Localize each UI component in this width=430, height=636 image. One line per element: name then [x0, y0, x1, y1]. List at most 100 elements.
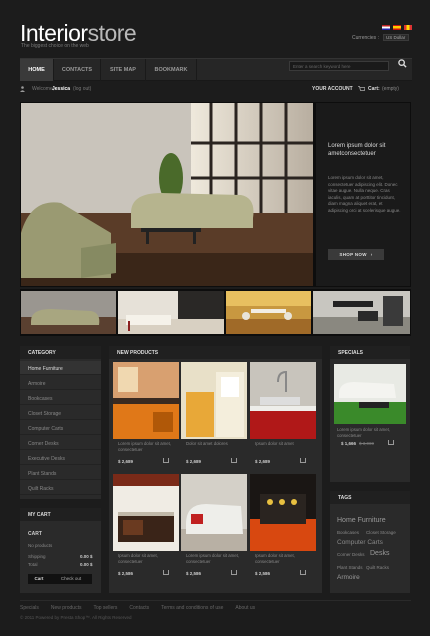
add-to-cart-icon[interactable]	[163, 458, 169, 463]
product-card[interactable]: Ipsum dolor sit amet $ 2,689	[250, 362, 316, 467]
category-item-corner-desks[interactable]: Corner Desks	[20, 436, 101, 450]
product-kitchen-dark-image	[113, 474, 179, 551]
thumbnail-2[interactable]	[118, 291, 224, 334]
user-name: Jessica	[52, 86, 71, 92]
mycart-no-products: No products	[28, 543, 53, 548]
category-item-executive-desks[interactable]: Executive Desks	[20, 451, 101, 465]
category-item-computer-carts[interactable]: Computer Carts	[20, 421, 101, 435]
specials-price: $ 1,666	[341, 441, 357, 446]
tag-computer-carts[interactable]: Computer Carts	[337, 539, 383, 546]
add-to-cart-icon[interactable]	[163, 570, 169, 575]
add-to-cart-icon[interactable]	[231, 458, 237, 463]
your-account-link[interactable]: YOUR ACCOUNT	[312, 86, 353, 92]
mycart-checkout-button[interactable]: Check out	[50, 574, 92, 584]
product-price: $ 2,689	[118, 459, 134, 464]
footer-link-contacts[interactable]: Contacts	[129, 605, 149, 611]
thumbnail-1[interactable]	[21, 291, 116, 334]
product-image[interactable]	[250, 362, 316, 439]
product-desc: Ipsum dolor sit amet, consectetuer	[255, 553, 295, 564]
product-card[interactable]: Lorem ipsum dolor sit amet, consectetuer…	[181, 474, 247, 579]
flag-fr-icon[interactable]	[404, 25, 412, 30]
product-card[interactable]: Ipsum dolor sit amet, consectetuer $ 2,5…	[250, 474, 316, 579]
nav-site-map[interactable]: SITE MAP	[101, 59, 145, 81]
mycart-cart-button[interactable]: Cart	[28, 574, 50, 584]
new-products-title: NEW PRODUCTS	[109, 346, 322, 359]
product-price: $ 2,586	[118, 571, 134, 576]
mycart-shipping-value: 0.00 $	[80, 554, 93, 559]
product-card[interactable]: Lorem ipsum dolor sit amet, consectetuer…	[113, 362, 179, 467]
search-button[interactable]	[395, 57, 409, 69]
arrow-right-icon: ›	[370, 252, 373, 257]
cart-value: (empty)	[382, 86, 399, 92]
category-item-home-furniture[interactable]: Home Furniture	[20, 361, 101, 375]
footer-link-about-us[interactable]: About us	[235, 605, 255, 611]
product-image[interactable]	[181, 362, 247, 439]
category-item-quilt-racks[interactable]: Quilt Racks	[20, 481, 101, 495]
tag-corner-desks[interactable]: Corner Desks	[337, 552, 365, 557]
product-image[interactable]	[113, 362, 179, 439]
shop-now-button[interactable]: SHOP NOW ›	[328, 249, 384, 260]
product-card[interactable]: Ipsum dolor sit amet, consectetuer $ 2,5…	[113, 474, 179, 579]
thumbnail-office-image	[313, 291, 410, 334]
footer-link-new-products[interactable]: New products	[51, 605, 82, 611]
nav-contacts[interactable]: CONTACTS	[54, 59, 100, 81]
flag-es-icon[interactable]	[393, 25, 401, 30]
tag-plant-stands[interactable]: Plant Stands	[337, 565, 363, 570]
tag-home-furniture[interactable]: Home Furniture	[337, 517, 386, 524]
logout-link[interactable]: (log out)	[73, 86, 91, 92]
tag-armoire[interactable]: Armoire	[337, 574, 360, 581]
specials-old-price: $ 3,000	[359, 441, 375, 446]
cart-icon	[358, 86, 365, 91]
category-item-plant-stands[interactable]: Plant Stands	[20, 466, 101, 480]
tags-title: TAGS	[330, 491, 410, 504]
add-to-cart-icon[interactable]	[300, 570, 306, 575]
tag-desks[interactable]: Desks	[370, 550, 389, 557]
product-image[interactable]	[181, 474, 247, 551]
product-closet-image	[181, 362, 247, 439]
product-card[interactable]: Dolor sit amet dolores $ 2,689	[181, 362, 247, 467]
thumbnail-4[interactable]	[313, 291, 410, 334]
product-price: $ 2,689	[255, 459, 271, 464]
mycart-total-value: 0.00 $	[80, 562, 93, 567]
footer-link-top-sellers[interactable]: Top sellers	[93, 605, 117, 611]
product-desc: Dolor sit amet dolores	[186, 441, 228, 446]
category-title: CATEGORY	[20, 346, 101, 359]
mycart-total-label: Total	[28, 562, 38, 567]
add-to-cart-icon[interactable]	[231, 570, 237, 575]
category-item-bookcases[interactable]: Bookcases	[20, 391, 101, 405]
product-image[interactable]	[113, 474, 179, 551]
hero-image[interactable]	[21, 103, 313, 286]
thumbnail-bedroom-image	[118, 291, 224, 334]
currency-dropdown[interactable]: US Dollar	[382, 34, 409, 41]
flag-en-icon[interactable]	[382, 25, 390, 30]
hero-living-room-image	[21, 103, 313, 286]
hero-title: Lorem ipsum dolor sit ametconsectetuer	[328, 143, 386, 157]
category-item-closet-storage[interactable]: Closet Storage	[20, 406, 101, 420]
category-item-armoire[interactable]: Armoire	[20, 376, 101, 390]
product-desc: Lorem ipsum dolor sit amet, consectetuer	[118, 441, 172, 452]
tag-bookcases[interactable]: Bookcases	[337, 530, 359, 535]
nav-bookmark[interactable]: BOOKMARK	[146, 59, 196, 81]
add-to-cart-icon[interactable]	[300, 458, 306, 463]
cart-label[interactable]: Cart:	[368, 86, 380, 92]
footer-link-specials[interactable]: Specials	[20, 605, 39, 611]
specials-title: SPECIALS	[330, 346, 410, 359]
tag-closet-storage[interactable]: Closet Storage	[366, 530, 396, 535]
hero-text: Lorem ipsum dolor sit amet, consectetuer…	[328, 175, 401, 213]
product-image[interactable]	[250, 474, 316, 551]
mycart-title: MY CART	[20, 508, 101, 521]
nav-home[interactable]: HOME	[20, 59, 53, 81]
search-input[interactable]: Enter a search keyword here	[289, 61, 389, 71]
thumbnail-dining-image	[226, 291, 311, 334]
currency-label: Currencies :	[352, 34, 379, 41]
mycart-buttons: Cart Check out	[28, 574, 92, 584]
add-to-cart-icon[interactable]	[388, 440, 394, 445]
footer-link-terms[interactable]: Terms and conditions of use	[161, 605, 223, 611]
tag-quilt-racks[interactable]: Quilt Racks	[366, 565, 389, 570]
product-sink-image	[250, 362, 316, 439]
site-tagline: The biggest choice on the web	[21, 43, 89, 49]
search-icon	[397, 58, 407, 68]
welcome-text: Welcome,	[32, 86, 55, 92]
thumbnail-3[interactable]	[226, 291, 311, 334]
specials-image[interactable]	[334, 364, 406, 424]
